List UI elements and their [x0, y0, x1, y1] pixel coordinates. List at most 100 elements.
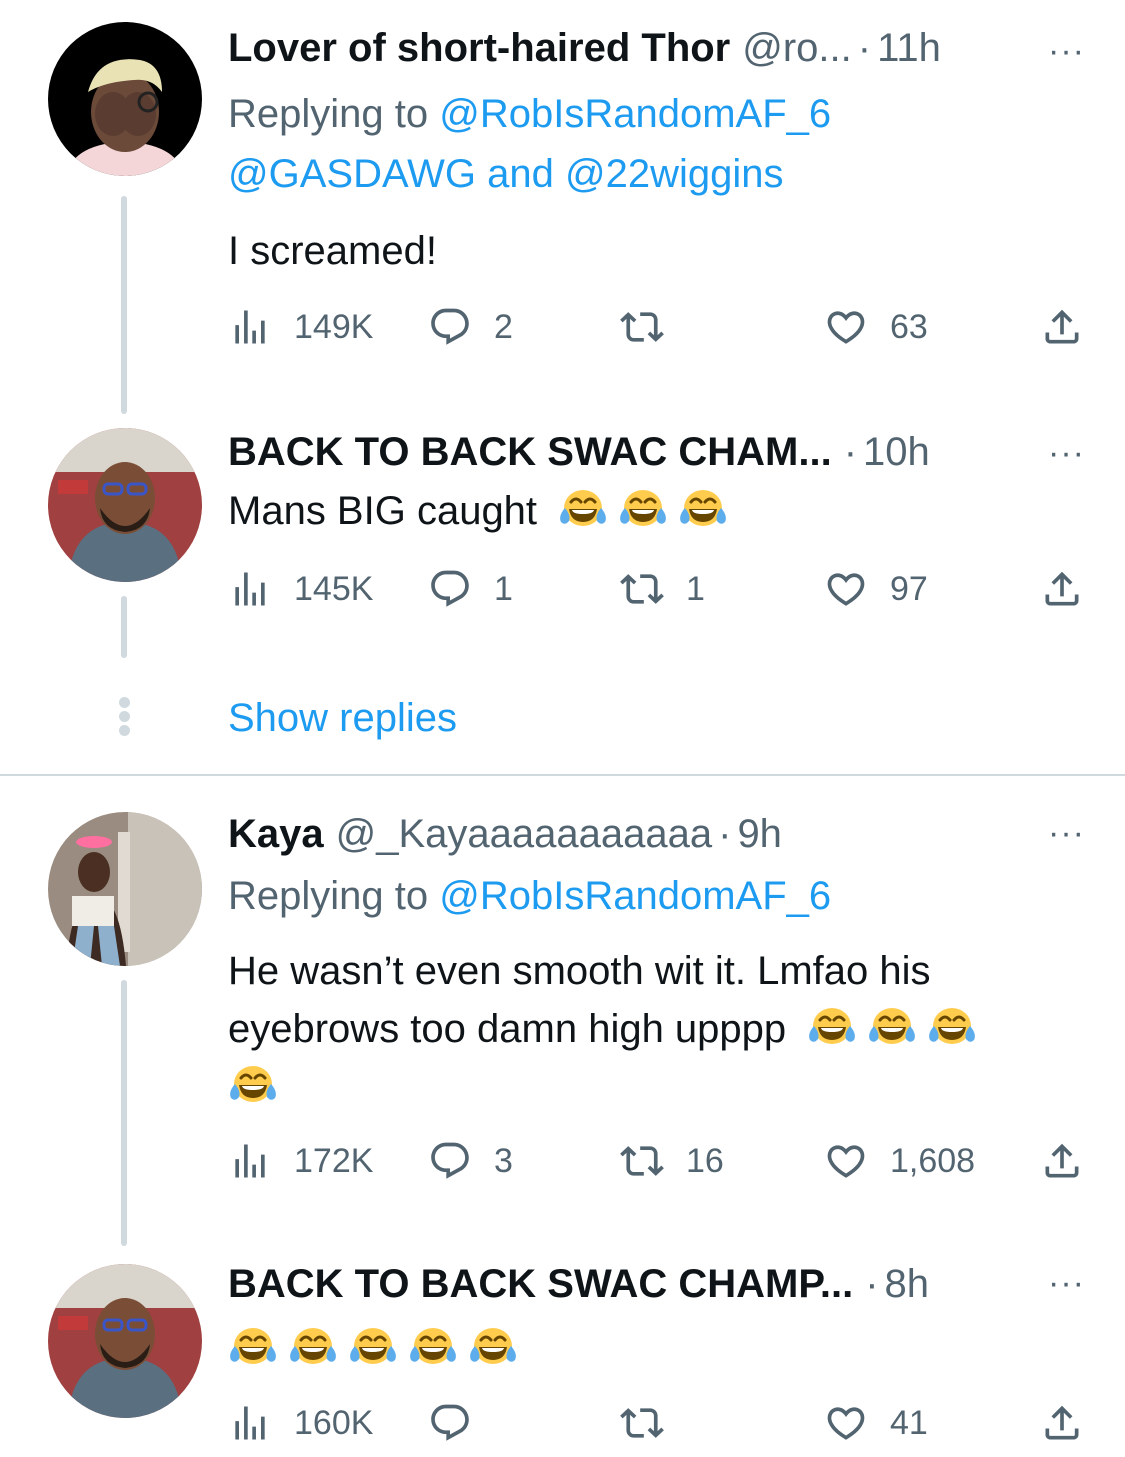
- separator-dot: ·: [865, 1262, 879, 1306]
- views-count: 145K: [294, 569, 374, 608]
- more-options-icon[interactable]: ···: [1048, 436, 1085, 470]
- joy-emoji: [927, 1006, 977, 1048]
- avatar[interactable]: [48, 22, 202, 176]
- joy-emoji: [228, 1064, 278, 1106]
- share-upload-icon: [1040, 1139, 1084, 1183]
- replying-to: Replying to @RobIsRandomAF_6: [228, 84, 1085, 144]
- reply-mention[interactable]: @GASDAWG: [228, 152, 476, 196]
- joy-emoji: [228, 1326, 278, 1368]
- tweet-text: He wasn’t even smooth wit it. Lmfao his …: [228, 942, 1085, 1116]
- display-name[interactable]: BACK TO BACK SWAC CHAMP...: [228, 1260, 853, 1308]
- retweet-button[interactable]: [620, 302, 686, 352]
- speech-bubble-icon: [428, 1401, 472, 1445]
- retweet-count: 16: [686, 1141, 724, 1180]
- retweet-button[interactable]: 1: [620, 564, 705, 614]
- avatar[interactable]: [48, 1264, 202, 1418]
- views-button[interactable]: 160K: [228, 1398, 373, 1448]
- speech-bubble-icon: [428, 567, 472, 611]
- more-options-icon[interactable]: ···: [1048, 1266, 1085, 1300]
- share-button[interactable]: [1040, 1136, 1084, 1186]
- replying-to: Replying to @RobIsRandomAF_6: [228, 866, 1085, 926]
- reply-mention[interactable]: @RobIsRandomAF_6: [439, 92, 831, 136]
- display-name[interactable]: Kaya: [228, 810, 324, 858]
- display-name[interactable]: BACK TO BACK SWAC CHAM...: [228, 428, 832, 476]
- reply-mention[interactable]: @RobIsRandomAF_6: [439, 874, 831, 918]
- action-bar: 145K 1 1 97: [228, 564, 1090, 614]
- timestamp[interactable]: 10h: [863, 428, 930, 476]
- share-button[interactable]: [1040, 564, 1084, 614]
- share-button[interactable]: [1040, 302, 1084, 352]
- joy-emoji: [618, 488, 668, 530]
- like-count: 97: [890, 569, 928, 608]
- reply-button[interactable]: 1: [428, 564, 513, 614]
- replying-label: Replying to: [228, 874, 429, 918]
- retweet-button[interactable]: 16: [620, 1136, 724, 1186]
- display-name[interactable]: Lover of short-haired Thor: [228, 24, 730, 72]
- more-options-icon[interactable]: ···: [1048, 34, 1085, 68]
- more-options-icon[interactable]: ···: [1048, 816, 1085, 850]
- reply-count: 3: [494, 1141, 513, 1180]
- share-button[interactable]: [1040, 1398, 1084, 1448]
- heart-icon: [824, 305, 868, 349]
- heart-icon: [824, 1401, 868, 1445]
- like-button[interactable]: 97: [824, 564, 928, 614]
- joy-emoji: [558, 488, 608, 530]
- replying-label: Replying to: [228, 92, 429, 136]
- separator-dot: ·: [857, 26, 872, 70]
- share-upload-icon: [1040, 1401, 1084, 1445]
- like-button[interactable]: 41: [824, 1398, 928, 1448]
- retweet-button[interactable]: [620, 1398, 686, 1448]
- replying-to-more: @GASDAWG and @22wiggins: [228, 144, 1085, 204]
- reply-button[interactable]: [428, 1398, 494, 1448]
- tweet-header: Lover of short-haired Thor @ro... · 11h: [228, 24, 1085, 72]
- bar-chart-icon: [228, 1401, 272, 1445]
- views-button[interactable]: 149K: [228, 302, 373, 352]
- tweet-4[interactable]: BACK TO BACK SWAC CHAMP... · 8h ··· 160K…: [0, 1250, 1125, 1457]
- tweet-header: BACK TO BACK SWAC CHAM... · 10h: [228, 428, 1085, 476]
- like-button[interactable]: 63: [824, 302, 928, 352]
- retweet-arrows-icon: [620, 1401, 664, 1445]
- heart-icon: [824, 1139, 868, 1183]
- joy-emoji: [288, 1326, 338, 1368]
- views-button[interactable]: 172K: [228, 1136, 373, 1186]
- joy-emoji: [807, 1006, 857, 1048]
- timestamp[interactable]: 11h: [877, 24, 941, 72]
- share-upload-icon: [1040, 567, 1084, 611]
- views-button[interactable]: 145K: [228, 564, 373, 614]
- reply-and: and: [487, 152, 554, 196]
- user-handle[interactable]: @_Kayaaaaaaaaaaa: [336, 810, 712, 858]
- avatar[interactable]: [48, 428, 202, 582]
- tweet-2[interactable]: BACK TO BACK SWAC CHAM... · 10h Mans BIG…: [0, 420, 1125, 670]
- tweet-header: Kaya @_Kayaaaaaaaaaaa · 9h: [228, 810, 1085, 858]
- like-button[interactable]: 1,608: [824, 1136, 975, 1186]
- thread-line: [121, 980, 127, 1246]
- tweet-3[interactable]: Kaya @_Kayaaaaaaaaaaa · 9h Replying to @…: [0, 776, 1125, 1246]
- joy-emoji: [678, 488, 728, 530]
- like-count: 1,608: [890, 1141, 976, 1180]
- views-count: 149K: [294, 307, 374, 346]
- reply-mention[interactable]: @22wiggins: [565, 152, 784, 196]
- reply-count: 1: [494, 569, 513, 608]
- tweet-1[interactable]: Lover of short-haired Thor @ro... · 11h …: [0, 0, 1125, 420]
- views-count: 160K: [294, 1403, 374, 1442]
- reply-button[interactable]: 2: [428, 302, 513, 352]
- show-replies-link[interactable]: Show replies: [228, 690, 457, 746]
- like-count: 63: [890, 307, 928, 346]
- bar-chart-icon: [228, 305, 272, 349]
- joy-emoji: [348, 1326, 398, 1368]
- retweet-arrows-icon: [620, 567, 664, 611]
- tweet-text-line: He wasn’t even smooth wit it. Lmfao his: [228, 949, 931, 993]
- thread-line: [121, 596, 127, 658]
- thread-gap-dots-icon: [117, 697, 131, 737]
- tweet-text: Mans BIG caught: [228, 482, 1085, 540]
- tweet-text-line-2: eyebrows too damn high upppp: [228, 1000, 1085, 1058]
- avatar[interactable]: [48, 812, 202, 966]
- tweet-header: BACK TO BACK SWAC CHAMP... · 8h: [228, 1260, 1085, 1308]
- retweet-arrows-icon: [620, 305, 664, 349]
- reply-button[interactable]: 3: [428, 1136, 513, 1186]
- separator-dot: ·: [718, 812, 732, 856]
- reply-count: 2: [494, 307, 513, 346]
- timestamp[interactable]: 8h: [885, 1260, 930, 1308]
- user-handle[interactable]: @ro...: [742, 24, 852, 72]
- timestamp[interactable]: 9h: [737, 810, 782, 858]
